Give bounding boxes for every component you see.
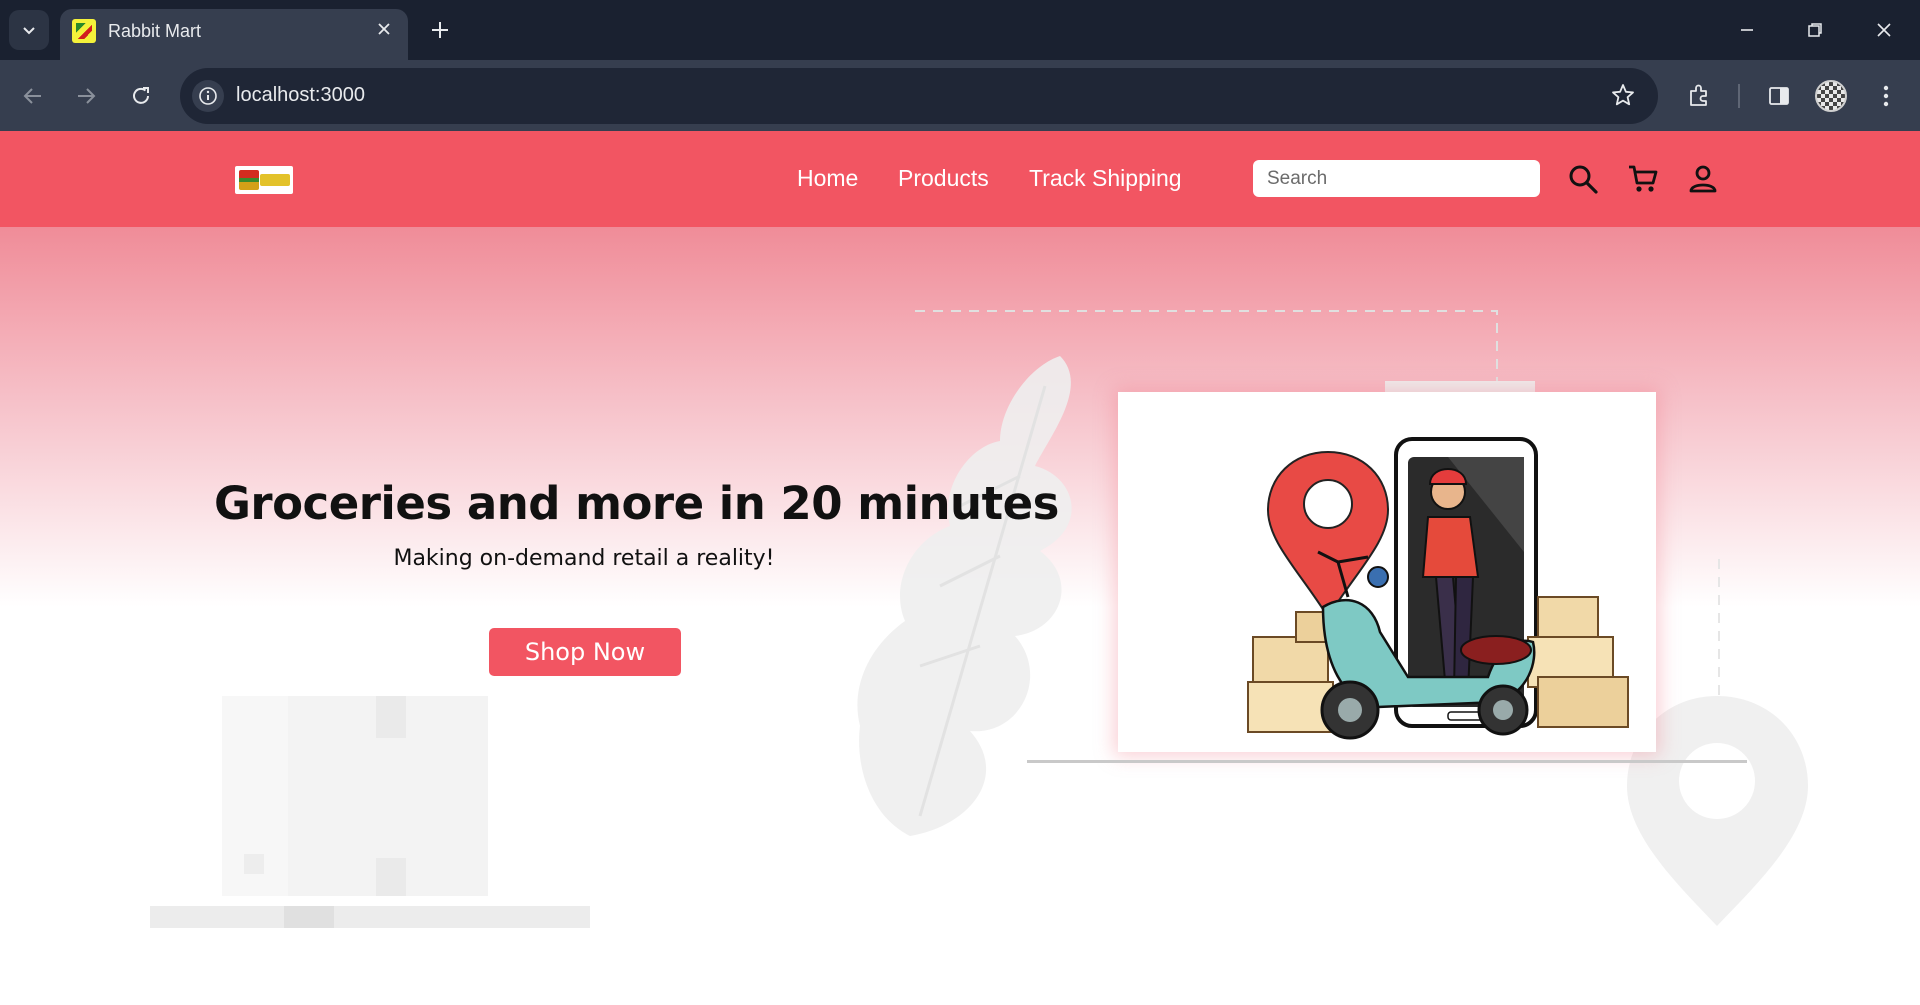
forward-button[interactable] [66,76,106,116]
side-panel-button[interactable] [1761,78,1797,114]
logo-wordmark [260,174,290,186]
minimize-icon [1741,29,1753,31]
nav-link-home[interactable]: Home [797,165,858,192]
tab-title: Rabbit Mart [108,21,202,41]
browser-tab-strip: Rabbit Mart [0,0,1920,60]
shop-now-button[interactable]: Shop Now [489,628,681,676]
search-button[interactable] [1564,160,1602,198]
bookmark-button[interactable] [1610,82,1636,112]
decorative-box-icon [222,696,488,896]
cart-button[interactable] [1624,160,1662,198]
browser-toolbar: localhost:3000 [0,60,1920,131]
tab-search-button[interactable] [9,10,49,50]
forward-icon [78,88,96,104]
site-info-button[interactable] [192,80,224,112]
close-icon [378,23,390,35]
delivery-scooter-illustration [1247,437,1629,740]
site-navbar: Home Products Track Shipping [0,131,1920,227]
close-icon [1877,23,1891,37]
minimize-button[interactable] [1724,12,1770,48]
cart-icon [1629,165,1658,192]
star-icon [1612,84,1634,106]
info-icon [199,87,217,105]
account-button[interactable] [1684,160,1722,198]
nav-link-products[interactable]: Products [898,165,989,192]
restore-icon [1808,23,1822,37]
illustration-ground-line [1027,760,1747,763]
account-icon [1689,165,1717,193]
reload-icon [133,87,149,104]
nav-link-track-shipping[interactable]: Track Shipping [1029,165,1182,192]
hero-subtitle: Making on-demand retail a reality! [393,546,775,571]
back-icon [23,88,41,104]
hero-title: Groceries and more in 20 minutes [214,477,1059,530]
new-tab-button[interactable] [424,14,456,46]
url-text[interactable]: localhost:3000 [236,84,365,107]
site-favicon-icon [72,19,96,43]
search-icon [1569,165,1598,194]
plus-icon [432,22,448,38]
profile-icon[interactable] [1815,80,1847,112]
address-bar[interactable]: localhost:3000 [180,68,1658,124]
restore-button[interactable] [1792,12,1838,48]
logo-cart-icon [239,170,259,190]
tab-close-button[interactable] [372,18,396,40]
extensions-icon [1690,84,1707,106]
back-button[interactable] [13,76,53,116]
extensions-button[interactable] [1681,78,1717,114]
hero-illustration-card [1118,392,1656,752]
search-input[interactable] [1253,160,1540,197]
more-icon [1883,85,1889,107]
window-close-button[interactable] [1861,12,1907,48]
more-menu-button[interactable] [1868,78,1904,114]
browser-tab[interactable]: Rabbit Mart [60,9,408,60]
side-panel-icon [1769,87,1789,105]
site-logo[interactable] [235,166,293,194]
toolbar-divider [1738,84,1740,108]
web-page: Home Products Track Shipping Groceries a… [0,131,1920,1005]
decorative-shelf [150,906,590,928]
chevron-down-icon [23,27,35,35]
reload-button[interactable] [121,76,161,116]
